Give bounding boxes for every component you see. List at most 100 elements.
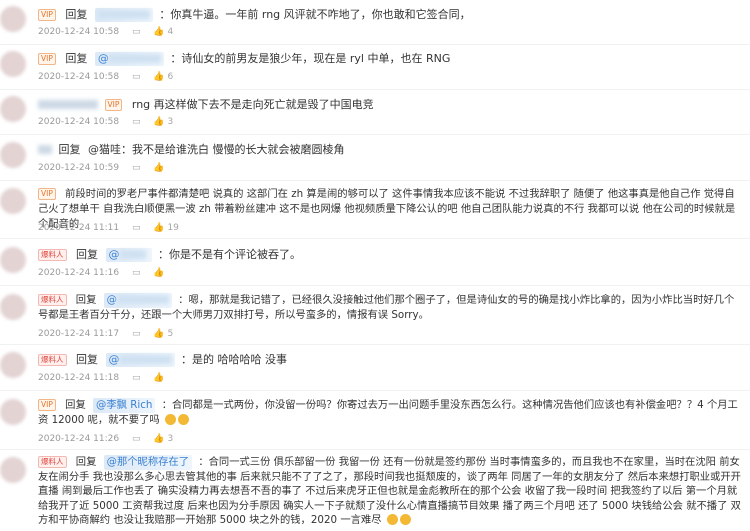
avatar[interactable] [0, 6, 26, 32]
divider [0, 134, 750, 135]
comment-icon[interactable]: ▭ [132, 116, 141, 128]
comment-item: 爆料人 回复 @ ：你是不是有个评论被吞了。 2020-12-24 11:16 … [0, 243, 750, 283]
divider [0, 344, 750, 345]
comment-meta: 2020-12-24 11:11 ▭ 👍 19 [38, 222, 179, 234]
tipster-badge: 爆料人 [38, 249, 67, 261]
emoji-icon [399, 514, 411, 525]
comment-item: VIP rng 再这样做下去不是走向死亡就是毁了中国电竞 2020-12-24 … [0, 92, 750, 132]
comment-meta: 2020-12-24 10:59 ▭ 👍 [38, 162, 165, 174]
divider [0, 89, 750, 90]
comment-icon[interactable]: ▭ [132, 372, 141, 384]
comment-text: ：是的 哈哈哈哈 没事 [181, 353, 287, 366]
mention-link[interactable] [94, 8, 153, 22]
thumb-up-icon[interactable]: 👍 [153, 372, 164, 384]
reply-label: 回复 [65, 399, 86, 411]
timestamp: 2020-12-24 10:58 [38, 72, 120, 82]
thumb-up-icon[interactable]: 👍 5 [153, 328, 173, 340]
comment-icon[interactable]: ▭ [132, 162, 141, 174]
divider [0, 180, 750, 181]
thumb-up-icon[interactable]: 👍 3 [153, 116, 173, 128]
timestamp: 2020-12-24 11:26 [38, 434, 120, 444]
divider [0, 449, 750, 450]
avatar[interactable] [0, 294, 26, 320]
vip-badge: VIP [38, 9, 56, 21]
comment-meta: 2020-12-24 10:58 ▭ 👍 4 [38, 26, 173, 38]
thumb-up-icon[interactable]: 👍 6 [153, 71, 173, 83]
reply-label: 回复 [75, 294, 97, 306]
avatar[interactable] [0, 399, 26, 425]
vip-badge: VIP [38, 399, 56, 411]
comment-text: ：你是不是有个评论被吞了。 [158, 248, 301, 261]
comment-text: ：诗仙女的前男友是狼少年，现在是 ryl 中单，也在 RNG [170, 52, 451, 65]
avatar[interactable] [0, 51, 26, 77]
comment-list: VIP 回复 ：你真牛逼。一年前 rng 风评就不咋地了，你也敢和它签合同， 2… [0, 0, 750, 531]
thumb-up-icon[interactable]: 👍 19 [153, 222, 179, 234]
comment-line: 爆料人 回复 @那个昵称存在了 ：合同一式三份 俱乐部留一份 我留一份 还有一份… [38, 455, 743, 528]
tipster-badge: 爆料人 [38, 354, 67, 366]
comment-item: 爆料人 回复 @那个昵称存在了 ：合同一式三份 俱乐部留一份 我留一份 还有一份… [0, 453, 750, 531]
emoji-icon [177, 414, 189, 425]
comment-line: VIP 回复 ：你真牛逼。一年前 rng 风评就不咋地了，你也敢和它签合同， [38, 8, 471, 22]
mention-link[interactable]: @ [105, 353, 175, 367]
timestamp: 2020-12-24 10:59 [38, 163, 120, 173]
comment-item: 回复 @猫哇：我不是给谁洗白 慢慢的长大就会被磨圆棱角 2020-12-24 1… [0, 138, 750, 178]
timestamp: 2020-12-24 11:11 [38, 223, 120, 233]
tipster-badge: 爆料人 [38, 456, 67, 468]
thumb-up-icon[interactable]: 👍 [153, 267, 164, 279]
timestamp: 2020-12-24 10:58 [38, 117, 120, 127]
comment-icon[interactable]: ▭ [132, 328, 141, 340]
comment-text: rng 再这样做下去不是走向死亡就是毁了中国电竞 [131, 98, 374, 111]
comment-icon[interactable]: ▭ [132, 222, 141, 234]
reply-label: 回复 [65, 52, 88, 65]
avatar[interactable] [0, 247, 26, 273]
comment-meta: 2020-12-24 11:17 ▭ 👍 5 [38, 328, 173, 340]
comment-line: VIP 回复 @ ：诗仙女的前男友是狼少年，现在是 ryl 中单，也在 RNG [38, 52, 450, 66]
comment-icon[interactable]: ▭ [132, 433, 141, 445]
comment-meta: 2020-12-24 10:58 ▭ 👍 6 [38, 71, 173, 83]
username[interactable] [38, 100, 98, 109]
reply-label: 回复 [75, 456, 97, 468]
timestamp: 2020-12-24 11:16 [38, 268, 120, 278]
avatar[interactable] [0, 96, 26, 122]
mention-link[interactable]: @ [105, 248, 152, 262]
username[interactable] [38, 145, 52, 154]
reply-label: 回复 [58, 143, 81, 156]
comment-line: 爆料人 回复 @ ：你是不是有个评论被吞了。 [38, 248, 301, 262]
divider [0, 285, 750, 286]
emoji-icon [386, 514, 398, 525]
avatar[interactable] [0, 457, 26, 483]
comment-icon[interactable]: ▭ [132, 267, 141, 279]
comment-meta: 2020-12-24 11:26 ▭ 👍 3 [38, 433, 173, 445]
comment-line: 回复 @猫哇：我不是给谁洗白 慢慢的长大就会被磨圆棱角 [38, 143, 345, 157]
avatar[interactable] [0, 142, 26, 168]
thumb-up-icon[interactable]: 👍 [153, 162, 164, 174]
comment-item: VIP 回复 @ ：诗仙女的前男友是狼少年，现在是 ryl 中单，也在 RNG … [0, 47, 750, 87]
comment-text: @猫哇：我不是给谁洗白 慢慢的长大就会被磨圆棱角 [88, 143, 345, 156]
comment-item: 爆料人 回复 @ ：是的 哈哈哈哈 没事 2020-12-24 11:18 ▭ … [0, 348, 750, 388]
comment-icon[interactable]: ▭ [132, 71, 141, 83]
comment-item: VIP 回复 ：你真牛逼。一年前 rng 风评就不咋地了，你也敢和它签合同， 2… [0, 2, 750, 42]
emoji-icon [164, 414, 176, 425]
timestamp: 2020-12-24 10:58 [38, 27, 120, 37]
reply-label: 回复 [76, 248, 98, 261]
mention-link[interactable]: @那个昵称存在了 [103, 455, 193, 470]
comment-item: 爆料人 回复 @ ：嗯，那就是我记错了，已经很久没接触过他们那个圈子了，但是诗仙… [0, 290, 750, 342]
mention-link[interactable]: @ [94, 52, 164, 66]
tipster-badge: 爆料人 [38, 294, 67, 306]
avatar[interactable] [0, 188, 26, 214]
thumb-up-icon[interactable]: 👍 3 [153, 433, 173, 445]
divider [0, 238, 750, 239]
avatar[interactable] [0, 352, 26, 378]
timestamp: 2020-12-24 11:18 [38, 373, 120, 383]
comment-line: 爆料人 回复 @ ：嗯，那就是我记错了，已经很久没接触过他们那个圈子了，但是诗仙… [38, 293, 743, 323]
reply-label: 回复 [76, 353, 98, 366]
comment-line: VIP 回复 @李飘 Rich ：合同都是一式两份，你没留一份吗？你寄过去万一出… [38, 398, 743, 428]
comment-icon[interactable]: ▭ [132, 26, 141, 38]
mention-link[interactable]: @李飘 Rich [93, 398, 156, 413]
thumb-up-icon[interactable]: 👍 4 [153, 26, 173, 38]
comment-meta: 2020-12-24 11:18 ▭ 👍 [38, 372, 165, 384]
comment-text: ：你真牛逼。一年前 rng 风评就不咋地了，你也敢和它签合同， [159, 8, 471, 21]
vip-badge: VIP [38, 188, 56, 200]
mention-link[interactable]: @ [103, 293, 172, 308]
reply-label: 回复 [65, 8, 88, 21]
